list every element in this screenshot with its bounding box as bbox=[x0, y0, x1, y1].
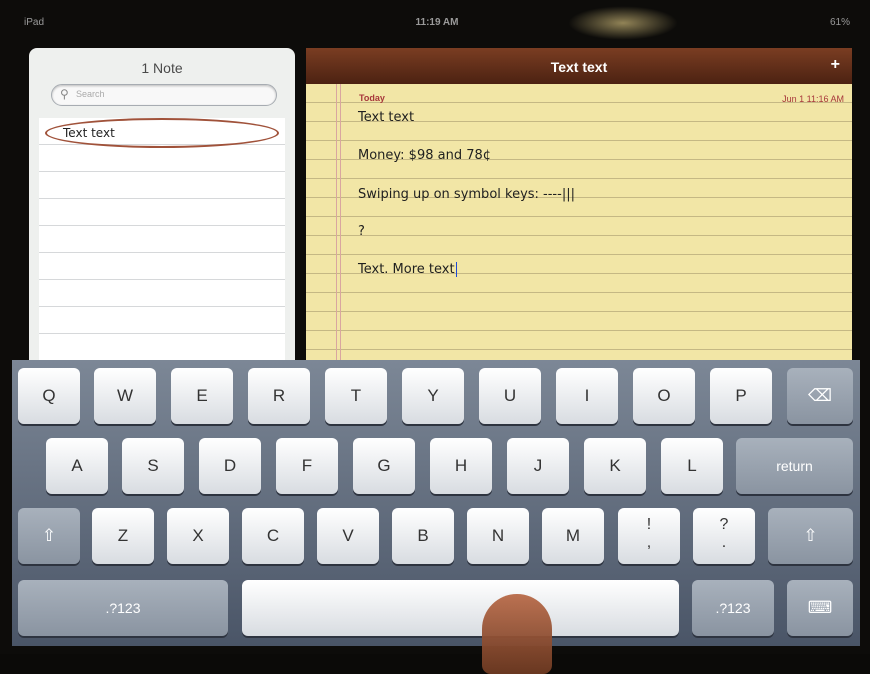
note-line: Text text bbox=[358, 110, 415, 125]
key-top-symbol: ? bbox=[719, 516, 729, 533]
key-f[interactable]: F bbox=[276, 438, 338, 494]
key-e[interactable]: E bbox=[171, 368, 233, 424]
list-item[interactable]: Text text bbox=[39, 118, 285, 148]
key-d[interactable]: D bbox=[199, 438, 261, 494]
key-v[interactable]: V bbox=[317, 508, 379, 564]
note-date: Jun 1 11:16 AM bbox=[782, 94, 844, 104]
clock: 11:19 AM bbox=[415, 17, 459, 28]
return-key[interactable]: return bbox=[736, 438, 853, 494]
key-o[interactable]: O bbox=[633, 368, 695, 424]
space-bar[interactable] bbox=[242, 580, 679, 636]
shift-icon: ⇧ bbox=[41, 526, 57, 545]
key-r[interactable]: R bbox=[248, 368, 310, 424]
add-note-button[interactable]: + bbox=[831, 56, 840, 74]
key-c[interactable]: C bbox=[242, 508, 304, 564]
key-y[interactable]: Y bbox=[402, 368, 464, 424]
margin-line bbox=[340, 84, 341, 364]
note-day: Today bbox=[359, 93, 385, 103]
notes-list bbox=[39, 118, 285, 364]
keyboard-hide-icon: ⌨ bbox=[807, 598, 833, 617]
selection-highlight bbox=[45, 118, 279, 148]
text-cursor bbox=[455, 262, 457, 277]
key-a[interactable]: A bbox=[46, 438, 108, 494]
key-w[interactable]: W bbox=[94, 368, 156, 424]
note-line: Money: $98 and 78¢ bbox=[358, 148, 492, 163]
margin-line bbox=[336, 84, 337, 364]
search-icon: ⚲ bbox=[60, 87, 69, 101]
key-h[interactable]: H bbox=[430, 438, 492, 494]
note-line: ? bbox=[358, 224, 365, 239]
note-paper[interactable] bbox=[306, 84, 852, 364]
note-header: Text text + bbox=[306, 48, 852, 85]
notes-count: 1 Note bbox=[141, 60, 183, 76]
key-bottom-symbol: , bbox=[646, 534, 652, 551]
key-b[interactable]: B bbox=[392, 508, 454, 564]
backspace-icon: ⌫ bbox=[807, 386, 833, 405]
keyboard: Q W E R T Y U I O P ⌫ A S D F G H J K L … bbox=[12, 360, 860, 646]
note-line: Swiping up on symbol keys: ----||| bbox=[358, 187, 575, 202]
key-p[interactable]: P bbox=[710, 368, 772, 424]
device-screen: iPad 11:19 AM 61% 1 Note ⚲ Search Text t… bbox=[0, 0, 870, 674]
key-j[interactable]: J bbox=[507, 438, 569, 494]
search-field[interactable]: ⚲ Search bbox=[51, 84, 277, 106]
numbers-key-right[interactable]: .?123 bbox=[692, 580, 774, 636]
key-n[interactable]: N bbox=[467, 508, 529, 564]
key-k[interactable]: K bbox=[584, 438, 646, 494]
note-pane: Text text + Today Jun 1 11:16 AM Text te… bbox=[306, 48, 852, 364]
key-z[interactable]: Z bbox=[92, 508, 154, 564]
notes-list-pane: 1 Note ⚲ Search Text text bbox=[29, 48, 295, 364]
numbers-key-left[interactable]: .?123 bbox=[18, 580, 228, 636]
search-placeholder: Search bbox=[76, 89, 105, 99]
key-l[interactable]: L bbox=[661, 438, 723, 494]
screen-glare bbox=[568, 6, 678, 40]
key-exclamation-comma[interactable]: ! , bbox=[618, 508, 680, 564]
shift-left-key[interactable]: ⇧ bbox=[18, 508, 80, 564]
key-i[interactable]: I bbox=[556, 368, 618, 424]
key-x[interactable]: X bbox=[167, 508, 229, 564]
key-t[interactable]: T bbox=[325, 368, 387, 424]
finger bbox=[482, 594, 552, 674]
note-title: Text text bbox=[550, 59, 608, 75]
key-m[interactable]: M bbox=[542, 508, 604, 564]
hide-keyboard-key[interactable]: ⌨ bbox=[787, 580, 853, 636]
backspace-key[interactable]: ⌫ bbox=[787, 368, 853, 424]
shift-right-key[interactable]: ⇧ bbox=[768, 508, 853, 564]
key-top-symbol: ! bbox=[646, 516, 652, 533]
note-line-text: Text. More text bbox=[358, 262, 455, 277]
status-bar: iPad 11:19 AM 61% bbox=[14, 10, 860, 34]
key-s[interactable]: S bbox=[122, 438, 184, 494]
shift-icon: ⇧ bbox=[803, 526, 818, 545]
key-q[interactable]: Q bbox=[18, 368, 80, 424]
note-line-last: Text. More text bbox=[358, 262, 457, 277]
key-question-period[interactable]: ? . bbox=[693, 508, 755, 564]
key-bottom-symbol: . bbox=[721, 534, 727, 551]
key-g[interactable]: G bbox=[353, 438, 415, 494]
key-u[interactable]: U bbox=[479, 368, 541, 424]
battery-label: 61% bbox=[829, 17, 850, 28]
